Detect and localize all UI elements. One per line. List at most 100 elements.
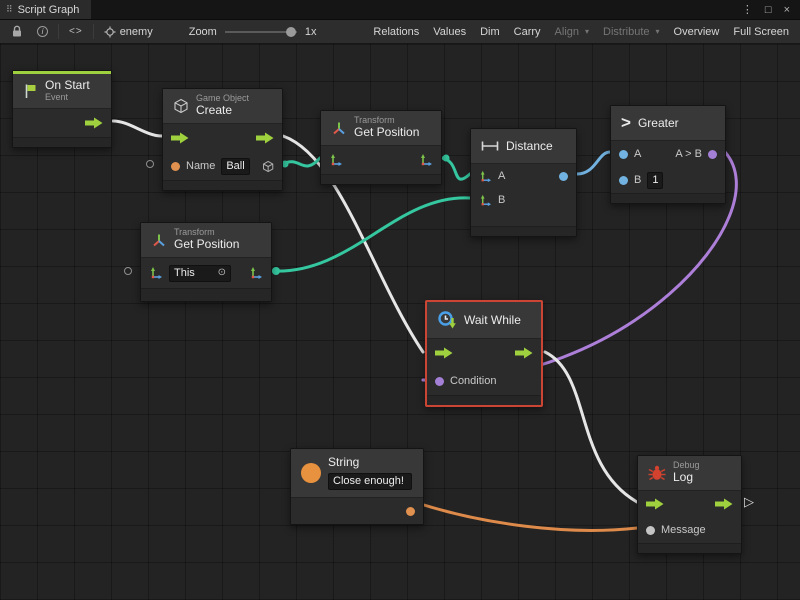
- flow-output-port[interactable]: [85, 117, 103, 129]
- node-footer: [321, 174, 441, 184]
- graph-toolbar: i <> enemy Zoom 1x Relations: [0, 20, 800, 44]
- carry-button-label: Carry: [514, 26, 541, 38]
- vector-output-port[interactable]: [419, 153, 433, 167]
- flow-continuation-icon: ▷: [744, 494, 754, 510]
- message-input-port[interactable]: [646, 526, 655, 535]
- zoom-slider[interactable]: [225, 26, 297, 38]
- node-header: Game Object Create: [163, 89, 282, 123]
- flow-input-port[interactable]: [435, 347, 453, 359]
- node-wait-while[interactable]: Wait While Condition: [425, 300, 543, 407]
- flow-input-port[interactable]: [646, 498, 664, 510]
- tab-script-graph[interactable]: ⠿ Script Graph: [0, 0, 91, 19]
- toolbar-right-group: Relations Values Dim Carry Align ▾ Distr…: [366, 20, 796, 43]
- condition-input-port[interactable]: [435, 377, 444, 386]
- window-menu-icon[interactable]: ⋮: [742, 3, 753, 16]
- flow-output-port[interactable]: [515, 347, 533, 359]
- node-title: Distance: [506, 139, 553, 153]
- clock-icon: [437, 310, 457, 330]
- zoom-slider-thumb[interactable]: [286, 27, 296, 37]
- flow-output-port[interactable]: [256, 132, 274, 144]
- unconnected-port-indicator[interactable]: [146, 160, 154, 168]
- toolbar-separator: [58, 24, 59, 39]
- wire-bead: [272, 267, 280, 275]
- wire-string-to-message[interactable]: [424, 505, 637, 530]
- node-get-position-top[interactable]: Transform Get Position: [320, 110, 442, 185]
- b-input-port[interactable]: [619, 176, 628, 185]
- code-icon: <>: [69, 26, 83, 37]
- wire-waitwhile-to-log[interactable]: [545, 352, 637, 502]
- align-dropdown[interactable]: Align ▾: [548, 20, 596, 43]
- node-title: Create: [196, 104, 249, 117]
- vector-input-port-b[interactable]: [479, 194, 492, 207]
- fullscreen-button[interactable]: Full Screen: [726, 20, 796, 43]
- window-close-icon[interactable]: ×: [784, 4, 790, 16]
- node-header: > Greater: [611, 106, 725, 140]
- target-value-field[interactable]: This ⊙: [169, 265, 231, 282]
- info-button[interactable]: i: [30, 20, 55, 43]
- wire-getposition-to-distance-b[interactable]: [272, 198, 470, 271]
- ruler-icon: [481, 140, 499, 152]
- gameobject-output-port[interactable]: [262, 160, 274, 173]
- window-controls: ⋮ □ ×: [742, 0, 800, 19]
- distribute-dropdown-label: Distribute: [603, 26, 649, 38]
- string-output-port[interactable]: [406, 507, 415, 516]
- string-value-text: Close enough!: [333, 476, 404, 487]
- node-on-start-event[interactable]: On Start Event: [12, 70, 112, 148]
- zoom-value: 1x: [305, 26, 317, 38]
- greater-icon: >: [621, 113, 631, 133]
- zoom-control: Zoom 1x: [182, 20, 324, 43]
- b-port-label: B: [498, 194, 505, 206]
- overview-button[interactable]: Overview: [667, 20, 727, 43]
- name-input-port[interactable]: [171, 162, 180, 171]
- node-subtitle: Event: [45, 93, 90, 103]
- b-value-field[interactable]: 1: [647, 172, 663, 189]
- node-greater[interactable]: > Greater A A > B B 1: [610, 105, 726, 204]
- cube-icon: [173, 98, 189, 114]
- string-type-icon: [301, 463, 321, 483]
- result-port-label: A > B: [675, 148, 702, 160]
- name-value-text: Ball: [226, 161, 244, 172]
- wire-bead: [443, 155, 450, 162]
- string-value-field[interactable]: Close enough!: [328, 473, 412, 490]
- name-value-field[interactable]: Ball: [221, 158, 249, 175]
- result-output-port[interactable]: [708, 150, 717, 159]
- a-input-port[interactable]: [619, 150, 628, 159]
- node-title: Greater: [638, 116, 679, 130]
- vector-output-port[interactable]: [249, 266, 263, 280]
- flow-output-port[interactable]: [715, 498, 733, 510]
- titlebar: ⠿ Script Graph ⋮ □ ×: [0, 0, 800, 20]
- flow-input-port[interactable]: [171, 132, 189, 144]
- node-header: Distance: [471, 129, 576, 163]
- carry-button[interactable]: Carry: [507, 20, 548, 43]
- graph-target[interactable]: enemy: [97, 20, 160, 43]
- wire-onstart-to-create[interactable]: [113, 121, 162, 136]
- node-title: On Start: [45, 79, 90, 92]
- toolbar-separator: [93, 24, 94, 39]
- values-button[interactable]: Values: [426, 20, 473, 43]
- node-get-position-left[interactable]: Transform Get Position This ⊙: [140, 222, 272, 302]
- node-distance[interactable]: Distance A: [470, 128, 577, 237]
- b-value-text: 1: [652, 175, 658, 186]
- dim-button[interactable]: Dim: [473, 20, 507, 43]
- window-maximize-icon[interactable]: □: [765, 4, 772, 16]
- node-header: Transform Get Position: [141, 223, 271, 257]
- node-debug-log[interactable]: Debug Log Message: [637, 455, 742, 554]
- transform-input-port[interactable]: [149, 266, 163, 280]
- node-title: Log: [673, 471, 700, 484]
- lock-button[interactable]: [4, 20, 30, 43]
- graph-canvas[interactable]: On Start Event: [0, 44, 800, 600]
- node-gameobject-create[interactable]: Game Object Create Name: [162, 88, 283, 191]
- distribute-dropdown[interactable]: Distribute ▾: [596, 20, 666, 43]
- unconnected-port-indicator[interactable]: [124, 267, 132, 275]
- vector-input-port-a[interactable]: [479, 170, 492, 183]
- distance-output-port[interactable]: [559, 172, 568, 181]
- chevron-down-icon: ▾: [585, 27, 589, 36]
- transform-input-port[interactable]: [329, 153, 343, 167]
- target-value-text: This: [174, 268, 195, 279]
- node-header: On Start Event: [13, 74, 111, 108]
- edit-script-button[interactable]: <>: [62, 20, 90, 43]
- object-picker-icon[interactable]: ⊙: [218, 268, 226, 278]
- relations-button[interactable]: Relations: [366, 20, 426, 43]
- wire-distance-to-greater-a[interactable]: [577, 152, 610, 174]
- node-string-literal[interactable]: String Close enough!: [290, 448, 424, 525]
